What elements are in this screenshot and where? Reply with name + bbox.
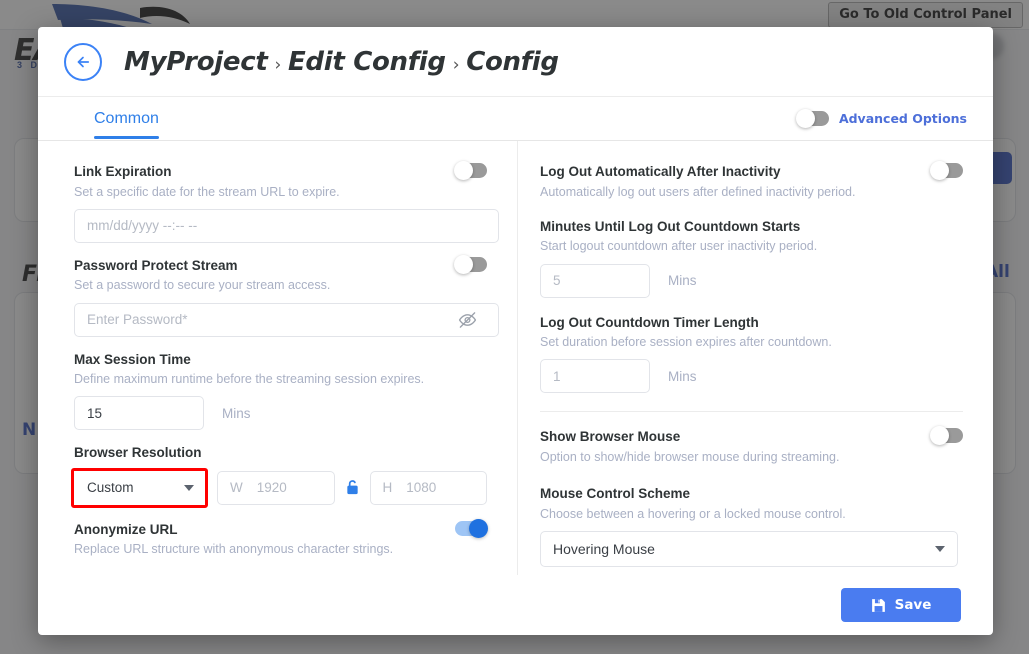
mouse-control-scheme-value: Hovering Mouse (553, 541, 655, 557)
show-browser-mouse-label: Show Browser Mouse (540, 428, 839, 446)
minutes-until-countdown-unit: Mins (668, 273, 697, 288)
link-expiration-date-input[interactable]: mm/dd/yyyy --:-- -- (74, 209, 499, 243)
link-expiration-desc: Set a specific date for the stream URL t… (74, 184, 340, 200)
browser-resolution-highlight: Custom (71, 468, 208, 508)
field-password-protect: Password Protect Stream Set a password t… (74, 257, 487, 337)
config-modal: MyProject › Edit Config › Config Common … (38, 27, 993, 635)
advanced-options-toggle[interactable] (797, 111, 829, 126)
tab-common[interactable]: Common (94, 110, 159, 138)
auto-logout-label: Log Out Automatically After Inactivity (540, 163, 855, 181)
countdown-timer-length-value: 1 (553, 369, 561, 384)
countdown-timer-length-unit: Mins (668, 369, 697, 384)
auto-logout-desc: Automatically log out users after define… (540, 184, 855, 200)
mouse-control-scheme-desc: Choose between a hovering or a locked mo… (540, 506, 963, 522)
toggle-knob (469, 519, 488, 538)
breadcrumb-separator: › (453, 55, 460, 75)
height-prefix: H (383, 480, 393, 495)
field-auto-logout: Log Out Automatically After Inactivity A… (540, 163, 963, 200)
field-max-session-time: Max Session Time Define maximum runtime … (74, 351, 487, 431)
left-column: Link Expiration Set a specific date for … (38, 141, 517, 575)
modal-body: Link Expiration Set a specific date for … (38, 141, 993, 575)
link-expiration-toggle[interactable] (455, 163, 487, 178)
toggle-knob (796, 109, 815, 128)
field-link-expiration: Link Expiration Set a specific date for … (74, 163, 487, 243)
max-session-time-label: Max Session Time (74, 351, 487, 369)
save-button[interactable]: Save (841, 588, 961, 622)
back-arrow-icon[interactable] (64, 43, 102, 81)
breadcrumb-item-edit-config[interactable]: Edit Config (288, 47, 446, 77)
breadcrumb: MyProject › Edit Config › Config (124, 47, 559, 77)
anonymize-url-label: Anonymize URL (74, 521, 393, 539)
minutes-until-countdown-value: 5 (553, 273, 561, 288)
advanced-options-label: Advanced Options (839, 111, 967, 126)
browser-resolution-label: Browser Resolution (74, 444, 487, 462)
countdown-timer-length-desc: Set duration before session expires afte… (540, 334, 963, 350)
link-expiration-label: Link Expiration (74, 163, 340, 181)
minutes-until-countdown-label: Minutes Until Log Out Countdown Starts (540, 218, 963, 236)
anonymize-url-desc: Replace URL structure with anonymous cha… (74, 541, 393, 557)
countdown-timer-length-input[interactable]: 1 (540, 359, 650, 393)
eye-off-icon[interactable] (458, 310, 477, 329)
field-countdown-timer-length: Log Out Countdown Timer Length Set durat… (540, 314, 963, 394)
toggle-knob (930, 161, 949, 180)
toggle-knob (454, 255, 473, 274)
save-button-label: Save (895, 597, 932, 613)
field-mouse-control-scheme: Mouse Control Scheme Choose between a ho… (540, 485, 963, 567)
password-placeholder: Enter Password* (87, 312, 188, 327)
field-minutes-until-countdown: Minutes Until Log Out Countdown Starts S… (540, 218, 963, 298)
minutes-until-countdown-input[interactable]: 5 (540, 264, 650, 298)
password-protect-label: Password Protect Stream (74, 257, 330, 275)
chevron-down-icon (935, 546, 945, 552)
right-column: Log Out Automatically After Inactivity A… (517, 141, 993, 575)
show-browser-mouse-desc: Option to show/hide browser mouse during… (540, 449, 839, 465)
section-divider (540, 411, 963, 412)
password-input[interactable]: Enter Password* (74, 303, 499, 337)
link-expiration-placeholder: mm/dd/yyyy --:-- -- (87, 218, 197, 233)
password-protect-desc: Set a password to secure your stream acc… (74, 277, 330, 293)
field-browser-resolution: Browser Resolution Custom W 1920 (74, 444, 487, 505)
unlocked-padlock-icon[interactable] (345, 479, 360, 496)
breadcrumb-item-config: Config (466, 47, 559, 77)
browser-resolution-height-input[interactable]: H 1080 (370, 471, 488, 505)
toggle-knob (930, 426, 949, 445)
height-value: 1080 (406, 480, 436, 495)
modal-footer: Save (38, 575, 993, 635)
advanced-options-control: Advanced Options (797, 111, 967, 126)
browser-resolution-width-input[interactable]: W 1920 (217, 471, 335, 505)
max-session-time-desc: Define maximum runtime before the stream… (74, 371, 487, 387)
password-protect-toggle[interactable] (455, 257, 487, 272)
minutes-until-countdown-desc: Start logout countdown after user inacti… (540, 238, 963, 254)
mouse-control-scheme-select[interactable]: Hovering Mouse (540, 531, 958, 567)
modal-header: MyProject › Edit Config › Config (38, 27, 993, 97)
field-show-browser-mouse: Show Browser Mouse Option to show/hide b… (540, 428, 963, 465)
width-value: 1920 (257, 480, 287, 495)
app-page: EA 3 D Go To Old Control Panel Fl All N … (0, 0, 1029, 654)
field-anonymize-url: Anonymize URL Replace URL structure with… (74, 521, 487, 558)
floppy-disk-icon (871, 598, 886, 613)
browser-resolution-preset-value: Custom (87, 480, 134, 495)
mouse-control-scheme-label: Mouse Control Scheme (540, 485, 963, 503)
tab-bar: Common Advanced Options (38, 97, 993, 141)
max-session-time-unit: Mins (222, 406, 251, 421)
show-browser-mouse-toggle[interactable] (931, 428, 963, 443)
max-session-time-value: 15 (87, 406, 102, 421)
breadcrumb-item-project[interactable]: MyProject (124, 47, 267, 77)
max-session-time-input[interactable]: 15 (74, 396, 204, 430)
browser-resolution-preset-select[interactable]: Custom (74, 471, 205, 505)
chevron-down-icon (184, 485, 194, 491)
toggle-knob (454, 161, 473, 180)
auto-logout-toggle[interactable] (931, 163, 963, 178)
anonymize-url-toggle[interactable] (455, 521, 487, 536)
countdown-timer-length-label: Log Out Countdown Timer Length (540, 314, 963, 332)
width-prefix: W (230, 480, 243, 495)
breadcrumb-separator: › (274, 55, 281, 75)
